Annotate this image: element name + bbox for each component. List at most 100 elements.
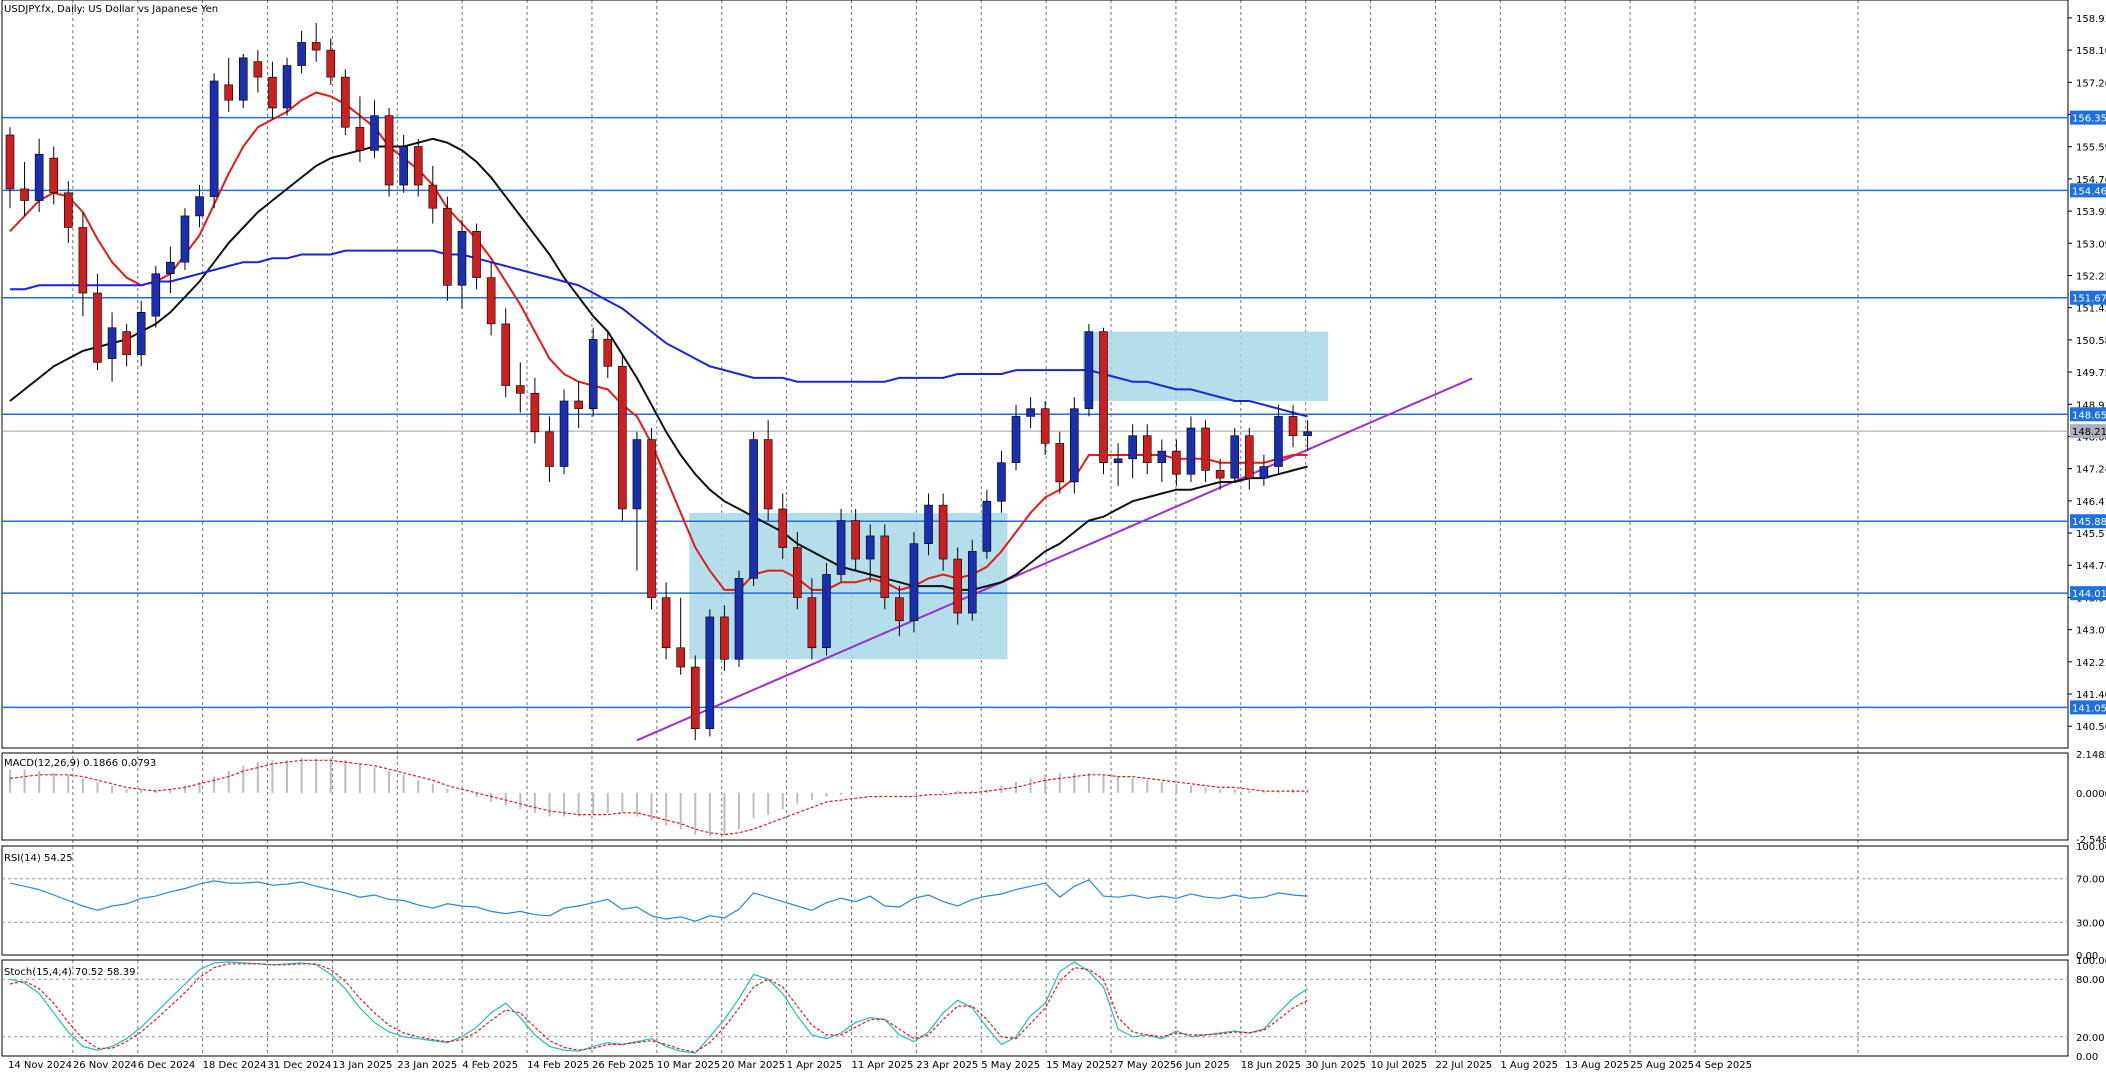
candle-bearish xyxy=(5,134,15,190)
stoch-title: Stoch(15,4,4) 70.52 58.39 xyxy=(4,967,135,978)
y-tick-label: 151.420 xyxy=(2076,304,2106,315)
level-price-label: 145.881 xyxy=(2072,517,2106,528)
stoch-signal-line xyxy=(9,963,1308,1053)
candle-bearish xyxy=(763,439,773,510)
candle-bearish xyxy=(224,84,233,101)
candle-bullish xyxy=(136,312,146,356)
candle-bullish xyxy=(836,520,846,575)
rsi-y-tick-label: 70.00 xyxy=(2076,875,2105,886)
x-tick-label: 31 Dec 2024 xyxy=(268,1060,332,1071)
candle-bearish xyxy=(1201,427,1210,471)
candle-bearish xyxy=(384,115,394,186)
candle-bullish xyxy=(559,400,569,467)
x-tick-label: 27 May 2025 xyxy=(1111,1060,1176,1071)
candle-bullish xyxy=(180,215,190,263)
candle-bearish xyxy=(311,42,321,51)
candle-bearish xyxy=(515,385,525,394)
candle-bullish xyxy=(282,65,292,109)
candle-bullish xyxy=(107,327,117,359)
axis-layer: 14 Nov 2024 26 Nov 2024 6 Dec 2024 18 Dec 2… xyxy=(8,14,2106,1071)
candle-bearish xyxy=(778,508,788,548)
candle-bearish xyxy=(413,146,423,186)
candle-bearish xyxy=(661,597,671,649)
panel-frame-sto xyxy=(1,959,2069,1057)
level-price-label: 141.054 xyxy=(2072,703,2106,714)
chart-canvas[interactable]: USDJPY.fx, Daily: US Dollar vs Japanese … xyxy=(0,0,2106,1073)
candle-bullish xyxy=(238,57,248,101)
x-tick-label: 6 Jun 2025 xyxy=(1176,1060,1230,1071)
candle-bearish xyxy=(122,331,131,356)
candle-bearish xyxy=(1245,435,1254,479)
macd-y-tick-label: 2.1485 xyxy=(2076,750,2106,761)
candle-bullish xyxy=(909,543,919,622)
x-tick-label: 15 May 2025 xyxy=(1046,1060,1111,1071)
x-tick-label: 5 May 2025 xyxy=(981,1060,1040,1071)
candle-bullish xyxy=(588,338,598,410)
chart-title: USDJPY.fx, Daily: US Dollar vs Japanese … xyxy=(4,4,218,15)
x-tick-label: 13 Jan 2025 xyxy=(332,1060,392,1071)
y-tick-label: 150.585 xyxy=(2076,336,2106,347)
candle-bullish xyxy=(632,439,642,510)
stoch-y-tick-label: 20.00 xyxy=(2076,1033,2105,1044)
rectangle-zone xyxy=(1082,331,1329,401)
y-tick-label: 140.565 xyxy=(2076,722,2106,733)
candle-bearish xyxy=(472,231,481,278)
candle-bullish xyxy=(705,616,715,730)
candle-bearish xyxy=(676,647,685,668)
x-tick-label: 14 Nov 2024 xyxy=(8,1060,72,1071)
candle-bullish xyxy=(297,42,306,66)
candle-bullish xyxy=(1274,416,1283,467)
candle-bearish xyxy=(793,547,802,598)
candle-bearish xyxy=(574,400,583,410)
x-tick-label: 4 Feb 2025 xyxy=(462,1060,518,1071)
y-tick-label: 146.410 xyxy=(2076,497,2106,508)
chart-window[interactable]: USDJPY.fx, Daily: US Dollar vs Japanese … xyxy=(0,0,2106,1073)
candle-bullish xyxy=(457,231,467,286)
candle-bearish xyxy=(720,616,729,660)
candle-bearish xyxy=(1288,416,1298,436)
candle-bearish xyxy=(807,597,817,649)
candle-bearish xyxy=(1215,470,1225,479)
macd-y-tick-label: 0.0000 xyxy=(2076,789,2106,800)
candle-bullish xyxy=(399,146,408,186)
candle-bullish xyxy=(1128,435,1137,460)
candle-bearish xyxy=(603,338,613,367)
candle-bullish xyxy=(924,504,933,544)
candle-bearish xyxy=(253,61,263,78)
y-tick-label: 142.235 xyxy=(2076,658,2106,669)
panel-frame-rsi xyxy=(1,845,2069,956)
macd-title: MACD(12,26,9) 0.1866 0.0793 xyxy=(4,758,156,769)
candle-bearish xyxy=(486,277,496,325)
candle-bullish xyxy=(865,535,875,560)
grid-layer xyxy=(1,0,2069,1057)
level-price-label: 154.463 xyxy=(2072,186,2106,197)
candle-bullish xyxy=(370,115,379,151)
y-tick-label: 143.070 xyxy=(2076,626,2106,637)
current-price-label: 148.218 xyxy=(2072,427,2106,438)
y-tick-label: 153.090 xyxy=(2076,239,2106,250)
level-price-label: 148.655 xyxy=(2072,410,2106,421)
x-tick-label: 10 Jul 2025 xyxy=(1371,1060,1428,1071)
y-tick-label: 153.925 xyxy=(2076,207,2106,218)
rsi-title: RSI(14) 54.25 xyxy=(4,853,73,864)
stoch-y-tick-label: 100.00 xyxy=(2076,956,2106,967)
candle-bullish xyxy=(166,261,175,275)
candle-bullish xyxy=(195,196,204,217)
candle-bearish xyxy=(953,558,963,614)
y-tick-label: 149.750 xyxy=(2076,368,2106,379)
candle-bullish xyxy=(209,80,219,197)
candle-bearish xyxy=(355,126,365,151)
x-tick-label: 23 Apr 2025 xyxy=(916,1060,978,1071)
candle-bearish xyxy=(1172,450,1181,475)
y-tick-label: 158.100 xyxy=(2076,46,2106,57)
level-price-label: 156.350 xyxy=(2072,114,2106,125)
x-tick-label: 30 Jun 2025 xyxy=(1306,1060,1366,1071)
candle-bullish xyxy=(1259,466,1269,479)
y-tick-label: 155.595 xyxy=(2076,143,2106,154)
candle-bearish xyxy=(1055,443,1065,483)
x-tick-label: 25 Aug 2025 xyxy=(1630,1060,1694,1071)
candle-bearish xyxy=(443,207,452,286)
stoch-y-tick-label: 80.00 xyxy=(2076,975,2105,986)
x-tick-label: 13 Aug 2025 xyxy=(1565,1060,1629,1071)
candle-bearish xyxy=(78,227,88,294)
